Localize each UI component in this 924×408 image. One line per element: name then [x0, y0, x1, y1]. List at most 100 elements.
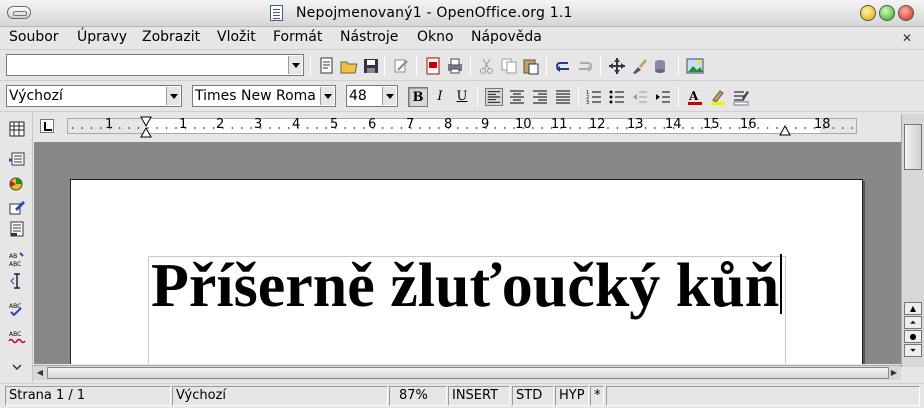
- vertical-scroll-thumb[interactable]: [904, 124, 922, 170]
- navigator-icon[interactable]: [608, 57, 626, 75]
- align-center-icon[interactable]: [508, 88, 526, 106]
- paste-icon[interactable]: [522, 57, 540, 75]
- navigation-icon[interactable]: ●: [904, 330, 922, 343]
- italic-button[interactable]: I: [430, 87, 450, 107]
- menu-soubor[interactable]: Soubor: [9, 29, 59, 45]
- toolbar-separator: [416, 56, 417, 76]
- gallery-icon[interactable]: [686, 57, 704, 75]
- url-combobox[interactable]: [6, 54, 304, 76]
- document-modified-indicator: *: [590, 386, 604, 406]
- font-size-value[interactable]: 48: [349, 88, 367, 104]
- ruler-label: 1: [105, 117, 114, 132]
- paragraph-style-value[interactable]: Výchozí: [9, 88, 63, 104]
- save-icon[interactable]: [362, 57, 380, 75]
- menu-zobrazit[interactable]: Zobrazit: [142, 29, 200, 45]
- insert-object-icon[interactable]: [8, 174, 26, 192]
- document-text[interactable]: Příšerně žluťoučký kůň: [151, 251, 783, 322]
- page-style-indicator[interactable]: Výchozí: [172, 386, 388, 406]
- close-window-button[interactable]: [898, 5, 914, 21]
- chevron-down-icon[interactable]: [382, 87, 396, 105]
- print-icon[interactable]: [446, 57, 464, 75]
- menu-vlozit[interactable]: Vložit: [217, 29, 256, 45]
- cut-icon[interactable]: [478, 57, 496, 75]
- next-page-icon[interactable]: ⏷: [904, 344, 922, 357]
- edit-mode-icon[interactable]: [392, 57, 410, 75]
- insert-table-icon[interactable]: [8, 120, 26, 138]
- title-bar: Nepojmenovaný1 - OpenOffice.org 1.1: [0, 0, 924, 27]
- horizontal-scrollbar[interactable]: ◀ ▶: [33, 365, 901, 380]
- spellcheck-icon[interactable]: ABABC: [8, 250, 26, 268]
- copy-icon[interactable]: [500, 57, 518, 75]
- align-right-icon[interactable]: [531, 88, 549, 106]
- numbering-icon[interactable]: 123: [585, 88, 603, 106]
- ruler-label: 3: [254, 117, 263, 132]
- edit-file-icon[interactable]: [318, 57, 336, 75]
- selection-mode-indicator[interactable]: STD: [512, 386, 554, 406]
- bold-button[interactable]: B: [408, 87, 428, 107]
- bullets-icon[interactable]: [608, 88, 626, 106]
- main-toolbar: AB ABC ABC ABC: [0, 112, 33, 382]
- scroll-up-arrow-icon[interactable]: ▲: [904, 302, 922, 315]
- menu-format[interactable]: Formát: [273, 29, 322, 45]
- right-indent-marker-icon[interactable]: [779, 124, 791, 136]
- horizontal-ruler[interactable]: 1 1 2 3 4 5 6 7 8 9 10 11 12 13 14 15 16…: [33, 114, 901, 140]
- auto-spellcheck-icon[interactable]: ABC: [8, 300, 26, 318]
- chevron-down-icon[interactable]: [320, 87, 334, 105]
- font-color-icon[interactable]: A: [686, 88, 704, 106]
- menu-napoveda[interactable]: Nápověda: [471, 29, 542, 45]
- tab-stop-selector[interactable]: [40, 119, 54, 133]
- show-draw-functions-icon[interactable]: [8, 198, 26, 216]
- function-bar: [0, 51, 924, 81]
- decrease-indent-icon[interactable]: [631, 88, 649, 106]
- undo-icon[interactable]: [554, 57, 572, 75]
- window-menu-button[interactable]: [7, 6, 31, 19]
- background-color-icon[interactable]: [732, 88, 750, 106]
- highlight-icon[interactable]: [709, 88, 727, 106]
- zoom-indicator[interactable]: 87%: [389, 386, 447, 406]
- menu-upravy[interactable]: Úpravy: [77, 29, 127, 45]
- expand-toolbar-icon[interactable]: [8, 358, 26, 376]
- data-sources-icon[interactable]: [652, 57, 670, 75]
- menu-okno[interactable]: Okno: [417, 29, 454, 45]
- insert-mode-indicator[interactable]: INSERT: [448, 386, 510, 406]
- justify-icon[interactable]: [554, 88, 572, 106]
- vertical-scrollbar[interactable]: ▲ ⏶ ● ⏷: [901, 114, 924, 367]
- chevron-down-icon[interactable]: [288, 56, 302, 74]
- menu-nastroje[interactable]: Nástroje: [340, 29, 398, 45]
- spelling-underline-icon[interactable]: ABC: [8, 328, 26, 346]
- ruler-label: 8: [444, 117, 453, 132]
- page-indicator[interactable]: Strana 1 / 1: [5, 386, 171, 406]
- text-cursor-icon[interactable]: [8, 272, 26, 290]
- ruler-label: 4: [292, 117, 301, 132]
- document-text-content[interactable]: Příšerně žluťoučký kůň: [151, 252, 779, 320]
- redo-icon[interactable]: [576, 57, 594, 75]
- font-name-value[interactable]: Times New Roma: [195, 88, 319, 104]
- paragraph-style-combobox[interactable]: Výchozí: [6, 85, 182, 107]
- document-workspace[interactable]: Příšerně žluťoučký kůň: [34, 142, 901, 364]
- hyperlink-mode-indicator[interactable]: HYP: [555, 386, 589, 406]
- previous-page-icon[interactable]: ⏶: [904, 316, 922, 329]
- open-folder-icon[interactable]: [340, 57, 358, 75]
- font-name-combobox[interactable]: Times New Roma: [192, 85, 336, 107]
- close-document-icon[interactable]: ✕: [900, 31, 914, 45]
- underline-button[interactable]: U: [452, 87, 472, 107]
- indent-marker-icon[interactable]: [140, 116, 152, 138]
- scroll-right-arrow-icon[interactable]: ▶: [888, 367, 900, 379]
- stylist-icon[interactable]: [630, 57, 648, 75]
- minimize-button[interactable]: [860, 5, 876, 21]
- edit-autotext-icon[interactable]: [8, 220, 26, 238]
- chevron-down-icon[interactable]: [166, 87, 180, 105]
- svg-text:A: A: [688, 89, 699, 103]
- horizontal-scroll-thumb[interactable]: [47, 367, 889, 379]
- document-page[interactable]: Příšerně žluťoučký kůň: [70, 179, 863, 364]
- font-size-combobox[interactable]: 48: [346, 85, 398, 107]
- ruler-label: 12: [589, 117, 606, 132]
- increase-indent-icon[interactable]: [654, 88, 672, 106]
- svg-text:ABC: ABC: [9, 261, 21, 268]
- scroll-left-arrow-icon[interactable]: ◀: [34, 367, 46, 379]
- toolbar-separator: [470, 56, 471, 76]
- maximize-button[interactable]: [879, 5, 895, 21]
- insert-fields-icon[interactable]: [8, 150, 26, 168]
- export-pdf-icon[interactable]: [424, 57, 442, 75]
- align-left-icon[interactable]: [485, 88, 503, 106]
